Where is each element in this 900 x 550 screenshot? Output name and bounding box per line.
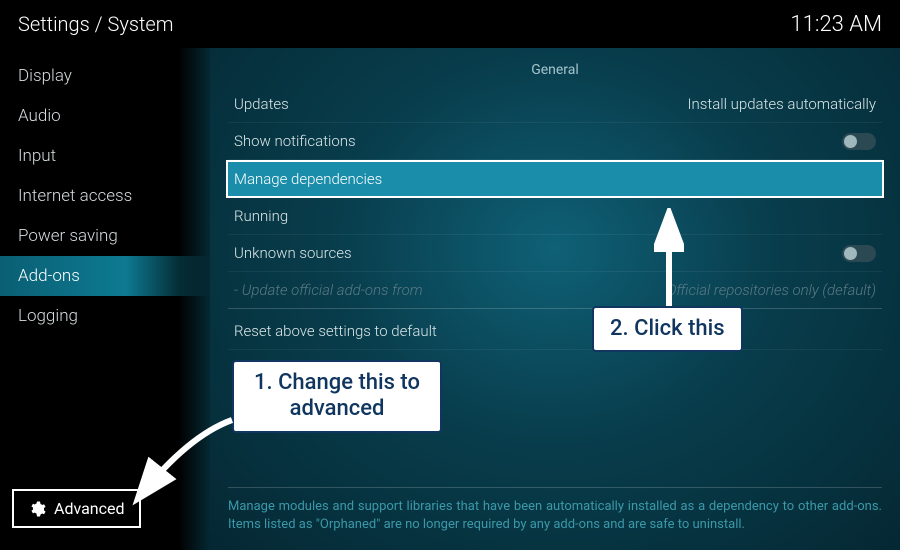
sidebar: Display Audio Input Internet access Powe… [0, 48, 210, 550]
toggle-off-icon[interactable] [842, 245, 876, 262]
setting-label: Reset above settings to default [234, 322, 437, 340]
setting-value: Install updates automatically [688, 95, 876, 113]
sidebar-item-input[interactable]: Input [0, 136, 210, 176]
setting-show-notifications[interactable]: Show notifications [228, 123, 882, 160]
settings-level-button[interactable]: Advanced [12, 489, 141, 528]
sidebar-items: Display Audio Input Internet access Powe… [0, 48, 210, 550]
help-text: Manage modules and support libraries tha… [228, 487, 882, 534]
toggle-off-icon[interactable] [842, 133, 876, 150]
gear-icon [28, 500, 46, 518]
settings-level-label: Advanced [54, 499, 125, 518]
setting-running[interactable]: Running [228, 198, 882, 235]
header: Settings / System 11:23 AM [0, 0, 900, 48]
setting-label: Updates [234, 95, 289, 113]
sidebar-item-logging[interactable]: Logging [0, 296, 210, 336]
clock: 11:23 AM [790, 12, 882, 37]
setting-label: Show notifications [234, 132, 356, 150]
sidebar-item-audio[interactable]: Audio [0, 96, 210, 136]
setting-unknown-sources[interactable]: Unknown sources [228, 235, 882, 272]
sidebar-item-internet-access[interactable]: Internet access [0, 176, 210, 216]
sidebar-item-add-ons[interactable]: Add-ons [0, 256, 210, 296]
main-panel: General Updates Install updates automati… [210, 48, 900, 550]
breadcrumb: Settings / System [18, 12, 174, 36]
section-label: General [228, 48, 882, 86]
setting-label: Manage dependencies [234, 170, 382, 188]
setting-label: Running [234, 207, 288, 225]
setting-label: Unknown sources [234, 244, 352, 262]
setting-reset-defaults[interactable]: Reset above settings to default [228, 313, 882, 350]
sidebar-item-display[interactable]: Display [0, 56, 210, 96]
setting-updates[interactable]: Updates Install updates automatically [228, 86, 882, 123]
setting-manage-dependencies[interactable]: Manage dependencies [226, 160, 884, 198]
setting-label: - Update official add-ons from [234, 281, 423, 299]
sidebar-item-power-saving[interactable]: Power saving [0, 216, 210, 256]
setting-value: Official repositories only (default) [667, 281, 876, 299]
setting-update-official-from: - Update official add-ons from Official … [228, 272, 882, 309]
